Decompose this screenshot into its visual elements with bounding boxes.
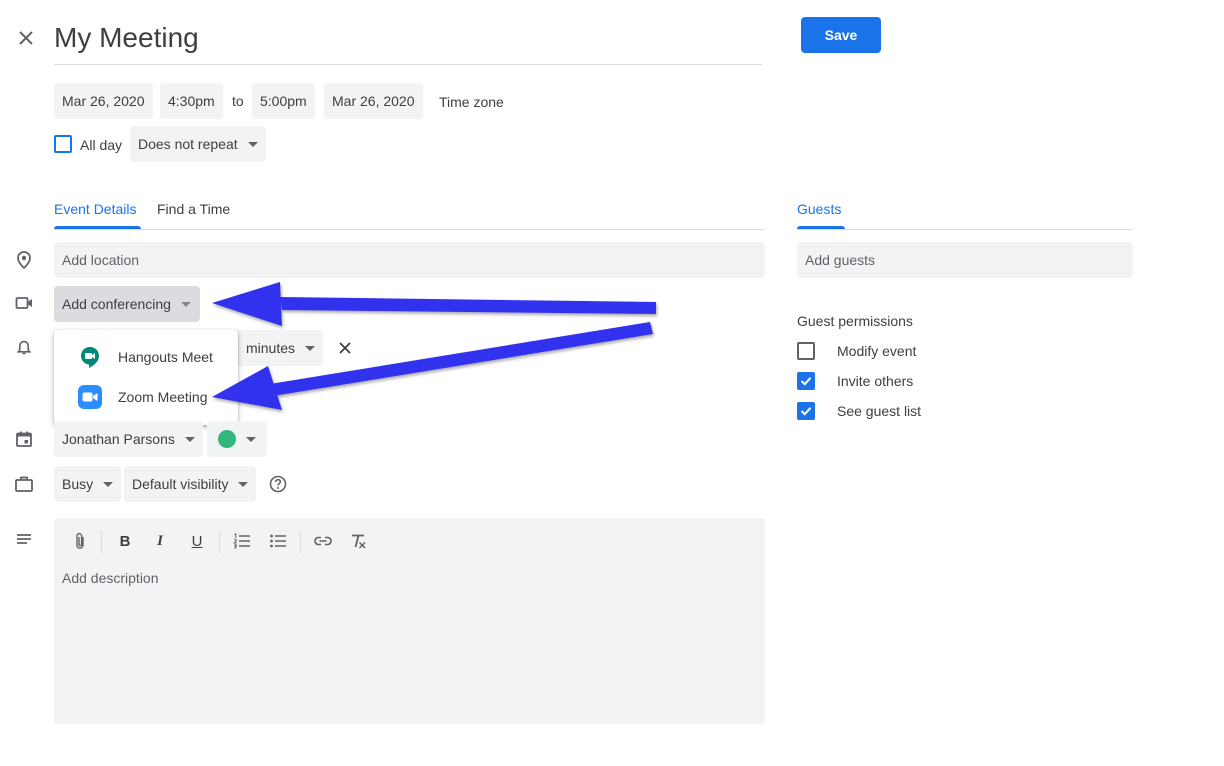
tabs-divider (54, 229, 765, 230)
close-icon (339, 342, 351, 354)
link-button[interactable] (310, 528, 336, 554)
start-date-button[interactable]: Mar 26, 2020 (54, 83, 153, 119)
chevron-down-icon (247, 141, 258, 147)
description-placeholder: Add description (62, 570, 159, 586)
clear-formatting-button[interactable] (345, 528, 371, 554)
time-zone-button[interactable]: Time zone (439, 94, 504, 110)
attach-button[interactable] (67, 528, 93, 554)
tab-event-details[interactable]: Event Details (54, 201, 136, 217)
toolbar-divider (300, 531, 301, 553)
add-conferencing-dropdown[interactable]: Add conferencing (54, 286, 200, 322)
menu-item-hangouts-meet[interactable]: Hangouts Meet (54, 337, 238, 377)
description-icon (12, 528, 36, 552)
bulleted-list-icon (270, 534, 286, 548)
all-day-label: All day (80, 137, 123, 153)
close-icon (19, 31, 33, 45)
repeat-value: Does not repeat (138, 136, 238, 152)
briefcase-icon (12, 472, 36, 496)
description-editor[interactable]: B I U Add description (54, 518, 765, 724)
end-time-button[interactable]: 5:00pm (252, 83, 315, 119)
menu-item-zoom-meeting[interactable]: Zoom Meeting (54, 377, 238, 417)
tab-find-a-time[interactable]: Find a Time (157, 201, 230, 217)
bold-button[interactable]: B (112, 528, 138, 554)
bulleted-list-button[interactable] (265, 528, 291, 554)
notification-unit: minutes (246, 340, 296, 356)
clear-formatting-icon (352, 534, 366, 549)
help-icon (269, 475, 287, 493)
event-color-dropdown[interactable] (207, 421, 267, 457)
bell-icon (12, 336, 36, 360)
start-time-button[interactable]: 4:30pm (160, 83, 223, 119)
menu-item-label: Hangouts Meet (118, 349, 213, 365)
zoom-icon (78, 385, 102, 409)
italic-icon: I (157, 532, 163, 549)
repeat-dropdown[interactable]: Does not repeat (130, 126, 266, 162)
toolbar-divider (219, 531, 220, 553)
event-title: My Meeting (54, 22, 199, 53)
bold-icon: B (119, 532, 131, 550)
save-button[interactable]: Save (801, 17, 881, 53)
guest-permissions-title: Guest permissions (797, 313, 913, 329)
checkmark-icon (800, 377, 812, 386)
invite-others-label: Invite others (837, 373, 914, 389)
color-swatch (218, 430, 236, 448)
notification-unit-dropdown[interactable]: minutes (230, 330, 324, 366)
arrow-to-conferencing (212, 282, 656, 326)
help-button[interactable] (268, 474, 288, 494)
chevron-down-icon (305, 345, 316, 351)
to-label: to (232, 93, 244, 109)
visibility-dropdown[interactable]: Default visibility (124, 466, 257, 502)
see-guest-list-checkbox[interactable] (797, 402, 815, 420)
modify-event-checkbox[interactable] (797, 342, 815, 360)
end-date-button[interactable]: Mar 26, 2020 (324, 83, 423, 119)
hangouts-meet-icon (81, 347, 99, 368)
paperclip-icon (76, 532, 84, 549)
conferencing-label: Add conferencing (62, 296, 171, 312)
chevron-down-icon (103, 481, 114, 487)
italic-button[interactable]: I (147, 528, 173, 554)
conferencing-menu: Hangouts Meet Zoom Meeting (54, 330, 238, 425)
link-icon (314, 536, 332, 546)
guests-divider (797, 229, 1133, 230)
chevron-down-icon (238, 481, 249, 487)
calendar-owner: Jonathan Parsons (62, 431, 175, 447)
numbered-list-button[interactable] (229, 528, 255, 554)
numbered-list-icon (233, 533, 250, 549)
calendar-owner-dropdown[interactable]: Jonathan Parsons (54, 421, 203, 457)
availability-value: Busy (62, 476, 94, 492)
see-guest-list-label: See guest list (837, 403, 922, 419)
underline-icon: U (191, 532, 203, 550)
location-input[interactable]: Add location (54, 242, 765, 278)
toolbar-divider (101, 531, 102, 553)
invite-others-checkbox[interactable] (797, 372, 815, 390)
title-field[interactable]: My Meeting (54, 16, 762, 65)
chevron-down-icon (180, 301, 191, 307)
availability-dropdown[interactable]: Busy (54, 466, 122, 502)
all-day-checkbox[interactable] (54, 135, 72, 153)
calendar-icon (12, 427, 36, 451)
remove-notification-button[interactable] (334, 337, 356, 359)
menu-item-label: Zoom Meeting (118, 389, 208, 405)
chevron-down-icon (246, 436, 256, 442)
tab-guests[interactable]: Guests (797, 201, 841, 217)
visibility-value: Default visibility (132, 476, 229, 492)
add-guests-input[interactable]: Add guests (797, 242, 1133, 278)
close-button[interactable] (12, 24, 40, 52)
chevron-down-icon (184, 436, 195, 442)
video-camera-icon (12, 291, 36, 315)
underline-button[interactable]: U (184, 528, 210, 554)
add-guests-placeholder: Add guests (805, 252, 876, 268)
modify-event-label: Modify event (837, 343, 917, 359)
location-icon (12, 248, 36, 272)
location-placeholder: Add location (62, 252, 140, 268)
checkmark-icon (800, 407, 812, 416)
